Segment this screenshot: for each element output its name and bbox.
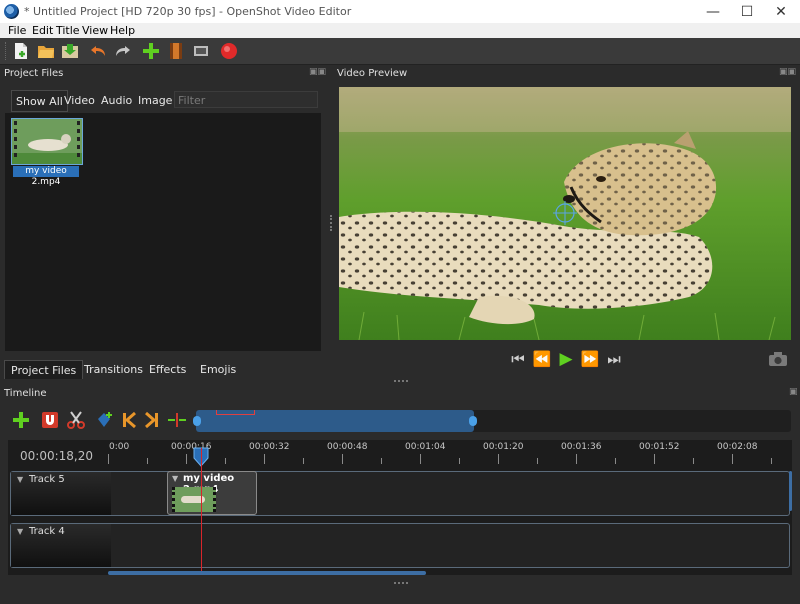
- track-header[interactable]: ▼ Track 5: [11, 472, 111, 515]
- center-playhead-icon[interactable]: [167, 411, 187, 432]
- tab-effects[interactable]: Effects: [143, 360, 192, 378]
- camera-icon[interactable]: [768, 351, 788, 370]
- ruler-label: 00:00:32: [249, 442, 290, 452]
- fast-forward-icon[interactable]: ⏩: [579, 350, 601, 368]
- ruler-label: 00:01:52: [639, 442, 680, 452]
- toolbar-grip: [5, 42, 8, 60]
- snap-magnet-icon[interactable]: [41, 411, 59, 432]
- add-marker-icon[interactable]: [96, 411, 114, 432]
- filter-video[interactable]: Video: [60, 90, 99, 110]
- jump-start-icon[interactable]: ⏮: [507, 350, 529, 368]
- timeline-dock-icon[interactable]: ▣: [789, 387, 798, 397]
- menu-file[interactable]: File: [8, 24, 26, 37]
- menu-view[interactable]: View: [82, 24, 108, 37]
- video-preview-title: Video Preview: [337, 68, 408, 79]
- razor-icon[interactable]: [67, 411, 85, 432]
- tab-transitions[interactable]: Transitions: [78, 360, 149, 378]
- import-files-icon[interactable]: [142, 42, 160, 60]
- ruler-label: 00:01:20: [483, 442, 524, 452]
- tab-emojis[interactable]: Emojis: [194, 360, 242, 378]
- maximize-icon[interactable]: ☐: [730, 0, 764, 23]
- window-title: * Untitled Project [HD 720p 30 fps] - Op…: [24, 5, 352, 18]
- menu-bar: File Edit Title View Help: [0, 23, 800, 39]
- playhead-line: [201, 448, 202, 574]
- file-thumbnail[interactable]: [11, 118, 83, 165]
- zoom-window[interactable]: [193, 410, 477, 432]
- timeline-clip[interactable]: ▼ my video 2.mp4: [167, 471, 257, 515]
- clip-menu-icon[interactable]: ▼: [172, 474, 178, 483]
- next-marker-icon[interactable]: [144, 411, 160, 432]
- track-collapse-icon[interactable]: ▼: [17, 475, 23, 484]
- timeline-scrollbar[interactable]: [108, 571, 426, 575]
- clip-thumbnail: [172, 487, 216, 512]
- play-icon[interactable]: ▶: [555, 349, 577, 369]
- save-project-icon[interactable]: [61, 42, 79, 60]
- splitter-handle-horizontal[interactable]: [394, 380, 408, 384]
- track-row[interactable]: ▼ Track 5: [10, 471, 790, 516]
- close-icon[interactable]: ✕: [764, 0, 798, 23]
- project-files-title: Project Files: [4, 68, 64, 79]
- ruler-label: 00:00:48: [327, 442, 368, 452]
- file-name-label[interactable]: my video 2.mp4: [13, 166, 79, 187]
- minimize-icon[interactable]: —: [696, 0, 730, 23]
- timecode-display: 00:00:18,20: [20, 449, 93, 463]
- dock-float-close-icon[interactable]: ▣▣: [309, 67, 326, 77]
- fullscreen-icon[interactable]: [192, 42, 210, 60]
- splitter-handle[interactable]: [330, 215, 334, 231]
- profile-icon[interactable]: [167, 42, 185, 60]
- ruler-label: 00:01:04: [405, 442, 446, 452]
- bottom-resize-handle[interactable]: [394, 582, 408, 586]
- preview-dock-icon[interactable]: ▣▣: [779, 67, 796, 77]
- menu-title[interactable]: Title: [56, 24, 80, 37]
- undo-icon[interactable]: [89, 42, 107, 60]
- rewind-icon[interactable]: ⏪: [531, 350, 553, 368]
- ruler-label: 00:02:08: [717, 442, 758, 452]
- track-header[interactable]: ▼ Track 4: [11, 524, 111, 567]
- zoom-playhead-marker: [216, 410, 255, 415]
- ruler-label: 0:00: [109, 442, 130, 452]
- track-row[interactable]: ▼ Track 4: [10, 523, 790, 568]
- ruler-label: 00:01:36: [561, 442, 602, 452]
- new-project-icon[interactable]: [12, 42, 30, 60]
- tab-project-files[interactable]: Project Files: [4, 360, 84, 379]
- filter-image[interactable]: Image: [134, 90, 176, 110]
- zoom-handle-right[interactable]: [469, 416, 477, 426]
- filter-input[interactable]: Filter: [174, 91, 318, 108]
- redo-icon[interactable]: [114, 42, 132, 60]
- previous-marker-icon[interactable]: [121, 411, 137, 432]
- main-toolbar: [0, 38, 800, 65]
- menu-help[interactable]: Help: [110, 24, 135, 37]
- video-preview-frame: [339, 87, 791, 340]
- filter-audio[interactable]: Audio: [97, 90, 136, 110]
- add-track-icon[interactable]: [12, 411, 30, 432]
- track-name: Track 5: [29, 474, 65, 485]
- track-name: Track 4: [29, 526, 65, 537]
- open-project-icon[interactable]: [37, 42, 55, 60]
- openshot-app-icon: [4, 4, 19, 19]
- zoom-handle-left[interactable]: [193, 416, 201, 426]
- jump-end-icon[interactable]: ⏭: [603, 350, 625, 368]
- menu-edit[interactable]: Edit: [32, 24, 53, 37]
- title-bar: * Untitled Project [HD 720p 30 fps] - Op…: [0, 0, 800, 23]
- timeline-vertical-scrollbar[interactable]: [789, 471, 792, 511]
- track-collapse-icon[interactable]: ▼: [17, 527, 23, 536]
- timeline-title: Timeline: [4, 388, 47, 399]
- export-video-icon[interactable]: [220, 42, 238, 60]
